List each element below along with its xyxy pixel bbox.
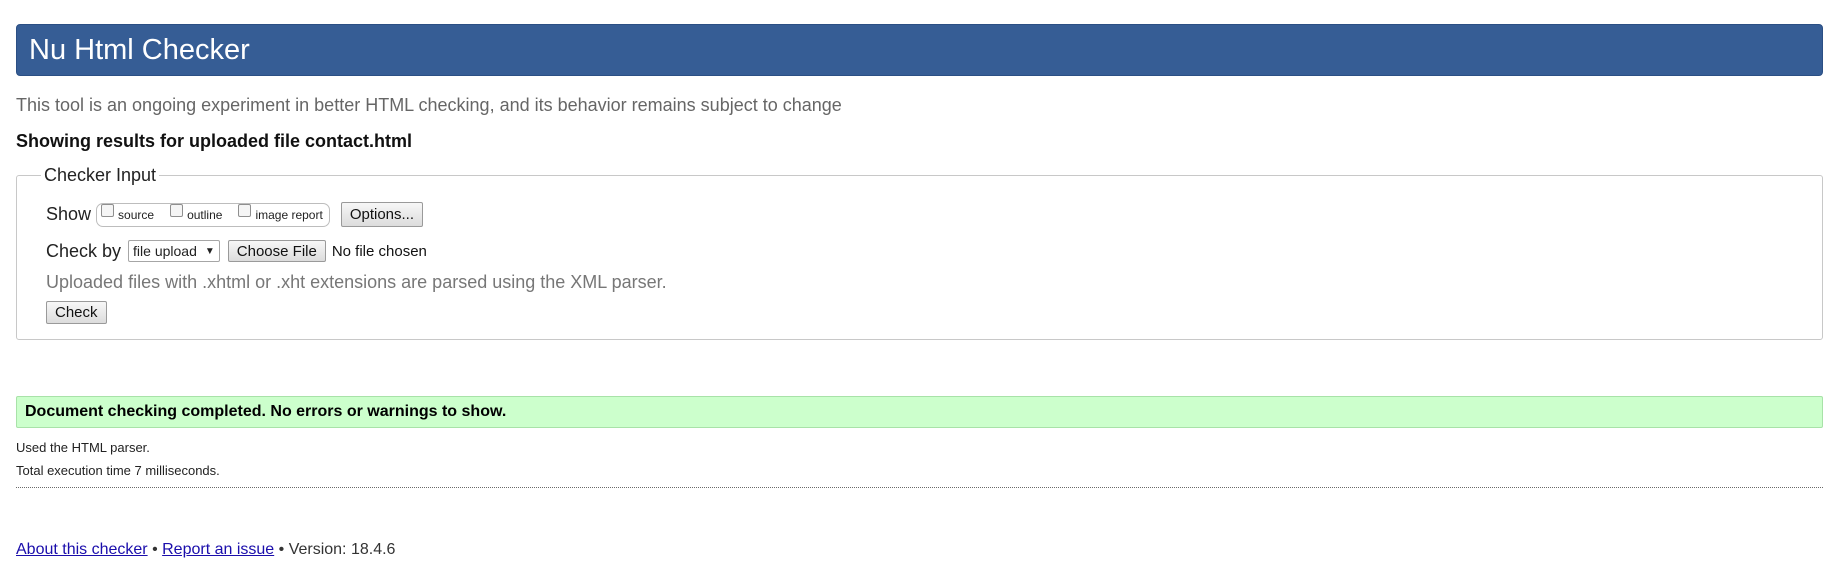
source-checkbox[interactable]	[101, 203, 115, 217]
check-by-selected-value: file upload	[133, 243, 197, 259]
footer-separator: •	[147, 541, 163, 558]
divider	[16, 487, 1823, 488]
outline-label: outline	[187, 207, 223, 222]
image-report-checkbox[interactable]	[238, 203, 252, 217]
page-title: Nu Html Checker	[29, 33, 250, 66]
show-label: Show	[46, 204, 92, 224]
success-message: Document checking completed. No errors o…	[16, 396, 1823, 428]
check-by-select[interactable]: file upload ▼	[128, 240, 220, 262]
footer: About this checker • Report an issue • V…	[16, 541, 1823, 559]
show-outline-option[interactable]: outline	[170, 203, 223, 222]
options-button[interactable]: Options...	[340, 202, 424, 227]
show-source-option[interactable]: source	[101, 203, 155, 222]
parser-info: Used the HTML parser.	[16, 440, 150, 455]
version-text: Version: 18.4.6	[288, 541, 396, 558]
result-details: Used the HTML parser. Total execution ti…	[16, 436, 1823, 482]
check-by-label: Check by	[46, 240, 122, 261]
choose-file-button[interactable]: Choose File	[227, 240, 326, 262]
header-banner: Nu Html Checker	[16, 24, 1823, 76]
tagline: This tool is an ongoing experiment in be…	[16, 95, 842, 115]
show-image-report-option[interactable]: image report	[238, 203, 323, 222]
about-checker-link[interactable]: About this checker	[16, 541, 148, 558]
execution-time: Total execution time 7 milliseconds.	[16, 463, 220, 478]
results-heading: Showing results for uploaded file contac…	[16, 131, 413, 151]
show-row: Show source outline image report Options…	[46, 202, 1793, 227]
show-options-group: source outline image report	[96, 202, 330, 227]
report-issue-link[interactable]: Report an issue	[162, 541, 274, 558]
xml-parser-note: Uploaded files with .xhtml or .xht exten…	[46, 272, 667, 292]
check-by-row: Check by file upload ▼ Choose File No fi…	[46, 240, 1793, 262]
checker-input-fieldset: Checker Input Show source outline image …	[16, 165, 1823, 340]
outline-checkbox[interactable]	[170, 203, 184, 217]
source-label: source	[118, 207, 155, 222]
image-report-label: image report	[255, 207, 323, 222]
dropdown-arrow-icon: ▼	[204, 245, 215, 257]
footer-separator: •	[274, 541, 289, 558]
no-file-chosen-text: No file chosen	[331, 242, 427, 260]
check-button[interactable]: Check	[46, 301, 107, 324]
checker-input-legend: Checker Input	[44, 165, 157, 185]
page: Nu Html Checker This tool is an ongoing …	[16, 24, 1823, 559]
